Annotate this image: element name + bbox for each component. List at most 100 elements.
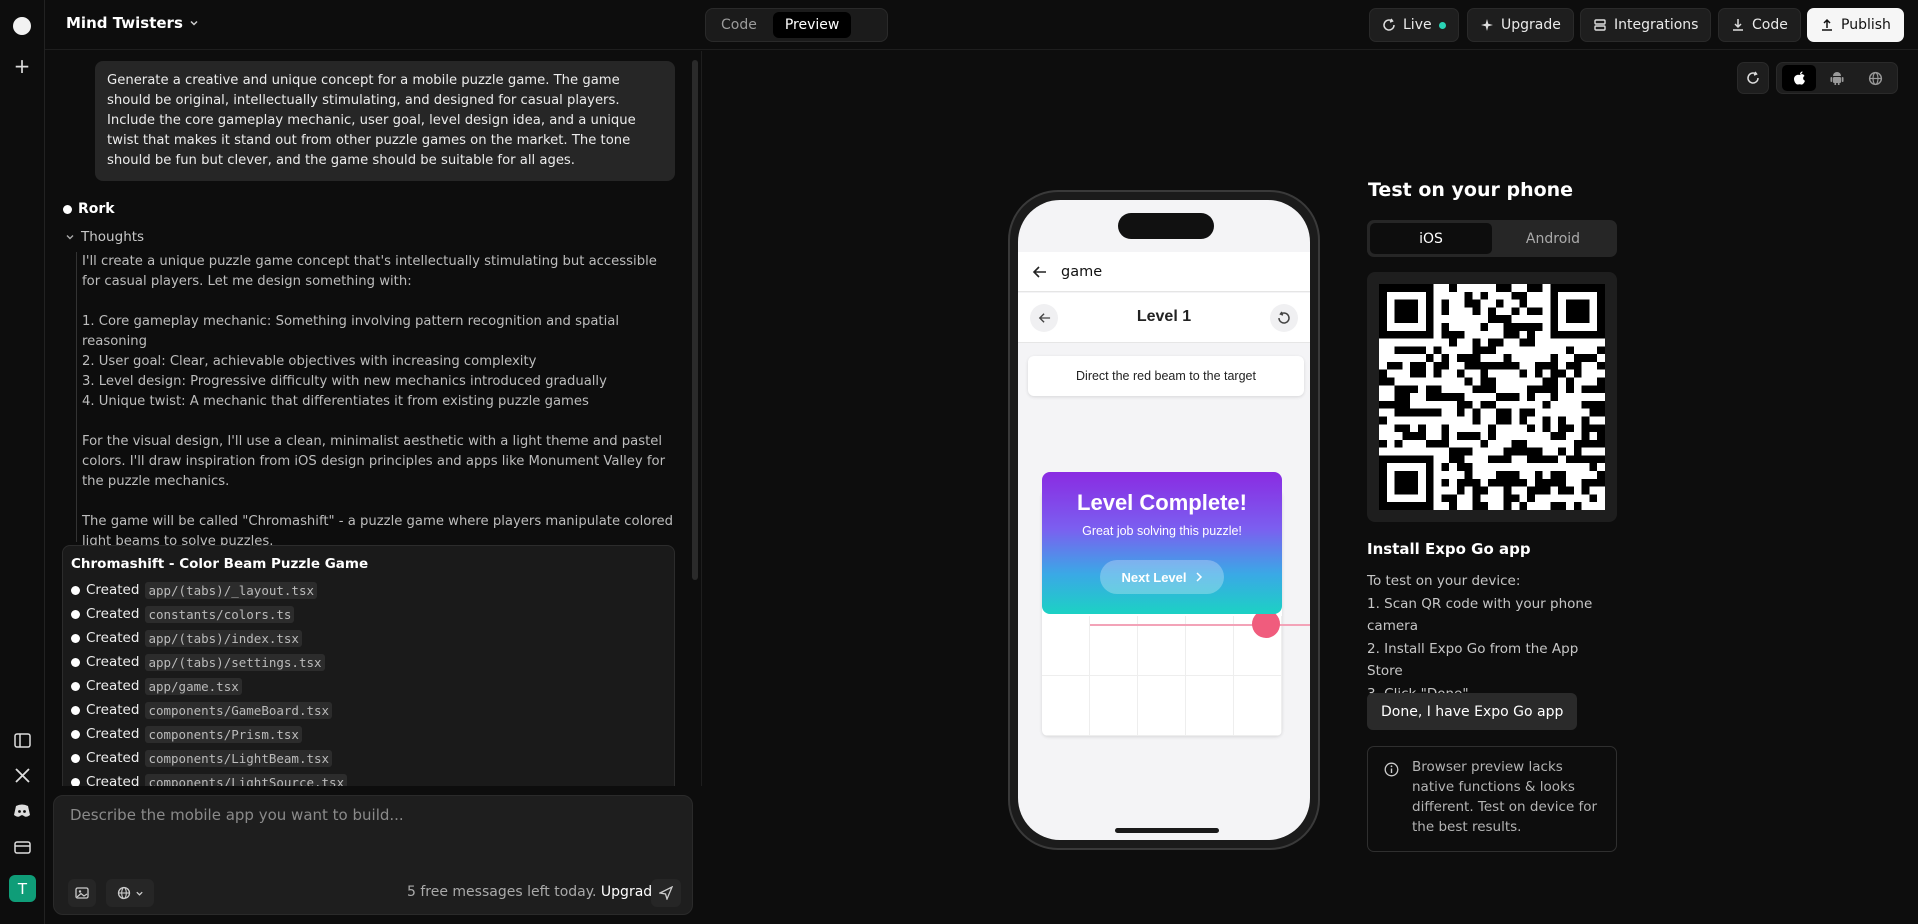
discord-icon[interactable] <box>12 801 32 821</box>
publish-button[interactable]: Publish <box>1807 8 1904 42</box>
publish-label: Publish <box>1841 17 1891 33</box>
rork-logo-icon[interactable] <box>13 17 31 35</box>
chat-scrollbar[interactable] <box>692 60 698 580</box>
chevron-down-icon <box>66 235 74 240</box>
view-toggle: Code Preview <box>705 8 888 42</box>
assistant-name: Rork <box>78 201 115 217</box>
refresh-icon <box>1747 71 1759 84</box>
globe-icon <box>117 886 130 900</box>
platform-switcher <box>1776 62 1898 94</box>
chevron-down-icon <box>190 20 198 26</box>
language-select-button[interactable] <box>106 879 154 907</box>
modal-title: Level Complete! <box>1077 490 1247 515</box>
free-messages-status: 5 free messages left today. Upgrade <box>407 884 661 900</box>
file-row: Created components/GameBoard.tsx <box>71 698 666 722</box>
os-toggle: iOS Android <box>1367 220 1617 257</box>
file-path: app/(tabs)/settings.tsx <box>145 653 325 671</box>
thoughts-content: I'll create a unique puzzle game concept… <box>76 252 677 552</box>
sidebar-toggle-icon[interactable] <box>12 730 32 750</box>
info-icon <box>1384 762 1399 777</box>
steps-intro: To test on your device: <box>1367 573 1521 589</box>
image-icon <box>75 887 89 899</box>
upgrade-label: Upgrade <box>1501 17 1561 33</box>
file-path: components/GameBoard.tsx <box>145 701 333 719</box>
apple-icon <box>1793 71 1805 85</box>
tab-preview[interactable]: Preview <box>772 12 852 38</box>
apple-platform-button[interactable] <box>1782 65 1816 91</box>
level-title: Level 1 <box>1136 308 1192 325</box>
project-switcher[interactable]: Mind Twisters <box>66 14 199 32</box>
composer-input[interactable]: Describe the mobile app you want to buil… <box>70 806 404 824</box>
tab-code[interactable]: Code <box>709 12 769 38</box>
browser-preview-note: Browser preview lacks native functions &… <box>1367 746 1617 852</box>
restart-icon <box>1278 311 1290 324</box>
chevron-right-icon <box>1195 572 1202 582</box>
install-steps: To test on your device: 1. Scan QR code … <box>1367 570 1617 705</box>
attach-image-button[interactable] <box>68 879 96 907</box>
reset-level-button[interactable] <box>1270 304 1298 332</box>
tab-ios[interactable]: iOS <box>1370 223 1492 254</box>
user-message: Generate a creative and unique concept f… <box>95 61 675 181</box>
file-row: Created app/game.tsx <box>71 674 666 698</box>
globe-icon <box>1868 71 1882 85</box>
user-avatar[interactable]: T <box>9 875 36 902</box>
file-path: components/LightSource.tsx <box>145 773 348 786</box>
step-item: 2. Install Expo Go from the App Store <box>1367 640 1579 680</box>
stack-icon <box>1594 19 1606 31</box>
x-twitter-icon[interactable] <box>12 765 32 785</box>
file-path: app/(tabs)/index.tsx <box>145 629 302 647</box>
file-row: Created constants/colors.ts <box>71 602 666 626</box>
target-node <box>1252 610 1280 638</box>
thoughts-label: Thoughts <box>81 229 145 245</box>
note-text: Browser preview lacks native functions &… <box>1412 759 1598 835</box>
qr-code-container <box>1367 272 1617 522</box>
billing-card-icon[interactable] <box>12 837 32 857</box>
board-grid <box>1042 616 1282 736</box>
qr-code <box>1379 284 1605 510</box>
next-level-button[interactable]: Next Level <box>1100 560 1224 594</box>
android-platform-button[interactable] <box>1820 65 1854 91</box>
file-row: Created components/Prism.tsx <box>71 722 666 746</box>
next-level-label: Next Level <box>1121 569 1187 585</box>
done-expo-go-button[interactable]: Done, I have Expo Go app <box>1367 693 1578 730</box>
file-path: app/(tabs)/_layout.tsx <box>145 581 318 599</box>
download-icon <box>1733 19 1743 31</box>
code-label: Code <box>1752 17 1788 33</box>
level-complete-modal: Level Complete! Great job solving this p… <box>1042 472 1282 614</box>
file-row: Created components/LightSource.tsx <box>71 770 666 786</box>
tab-android[interactable]: Android <box>1492 223 1614 254</box>
file-path: constants/colors.ts <box>145 605 295 623</box>
project-name: Mind Twisters <box>66 14 183 32</box>
file-path: components/Prism.tsx <box>145 725 302 743</box>
message-composer[interactable]: Describe the mobile app you want to buil… <box>53 795 693 915</box>
send-button[interactable] <box>651 879 681 907</box>
live-button[interactable]: Live <box>1369 8 1459 42</box>
level-instruction: Direct the red beam to the target <box>1028 356 1304 396</box>
install-title: Install Expo Go app <box>1367 540 1531 558</box>
dynamic-island <box>1118 213 1214 239</box>
top-bar: Mind Twisters Code Preview Live Upgrade … <box>45 0 1918 50</box>
upgrade-button[interactable]: Upgrade <box>1467 8 1574 42</box>
refresh-icon <box>1383 18 1395 31</box>
file-row: Created app/(tabs)/settings.tsx <box>71 650 666 674</box>
web-platform-button[interactable] <box>1858 65 1892 91</box>
phone-screen: game Level 1 Direct the red beam to the … <box>1018 200 1310 840</box>
reload-preview-button[interactable] <box>1737 62 1769 94</box>
back-arrow-icon[interactable] <box>1032 265 1047 279</box>
app-header: game <box>1018 252 1310 292</box>
file-path: components/LightBeam.tsx <box>145 749 333 767</box>
chat-panel: Generate a creative and unique concept f… <box>45 51 702 786</box>
integrations-button[interactable]: Integrations <box>1580 8 1712 42</box>
code-download-button[interactable]: Code <box>1718 8 1801 42</box>
sparkle-icon <box>1481 19 1493 31</box>
live-label: Live <box>1403 17 1432 33</box>
home-indicator <box>1115 828 1219 833</box>
artifact-card[interactable]: Chromashift - Color Beam Puzzle Game Cre… <box>62 545 675 786</box>
new-project-icon[interactable]: + <box>12 56 32 76</box>
integrations-label: Integrations <box>1614 17 1699 33</box>
file-path: app/game.tsx <box>145 677 242 695</box>
step-item: 1. Scan QR code with your phone camera <box>1367 595 1593 635</box>
phone-frame: game Level 1 Direct the red beam to the … <box>1008 190 1320 850</box>
icon-rail: + T <box>0 0 45 924</box>
thoughts-toggle[interactable]: Thoughts <box>65 229 144 245</box>
